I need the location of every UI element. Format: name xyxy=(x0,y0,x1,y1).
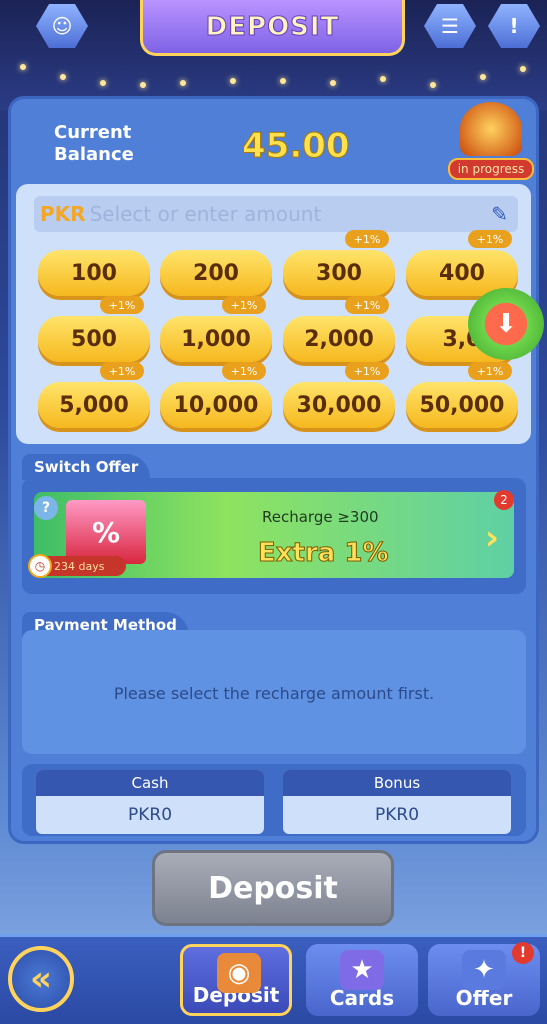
page-title: DEPOSIT xyxy=(205,11,340,42)
bonus-percent-badge: +1% xyxy=(345,296,389,314)
amount-option[interactable]: 200 xyxy=(160,250,272,296)
balance-label: Current Balance xyxy=(54,122,134,165)
nav-deposit[interactable]: ◉ Deposit xyxy=(180,944,292,1016)
bonus-percent-badge: +1% xyxy=(100,362,144,380)
cash-wallet: Cash PKR0 xyxy=(36,770,264,834)
coins-icon: ◉ xyxy=(217,953,261,993)
bonus-percent-badge: +1% xyxy=(345,362,389,380)
offer-count-badge: 2 xyxy=(494,490,514,510)
payment-message: Please select the recharge amount first. xyxy=(113,684,435,703)
amount-placeholder: Select or enter amount xyxy=(89,202,322,226)
in-progress-badge: in progress xyxy=(448,158,534,180)
bonus-wallet: Bonus PKR0 xyxy=(283,770,511,834)
amount-option[interactable]: 1,000 xyxy=(160,316,272,362)
deposit-button[interactable]: Deposit xyxy=(152,850,394,926)
amount-option[interactable]: 2,000 xyxy=(283,316,395,362)
header-banner: DEPOSIT xyxy=(140,0,405,56)
amount-option[interactable]: 500 xyxy=(38,316,150,362)
bonus-percent-badge: +1% xyxy=(222,362,266,380)
offer-icon: ✦ xyxy=(462,950,506,990)
offer-extra: Extra 1% xyxy=(258,538,390,569)
bonus-value: PKR0 xyxy=(374,805,420,825)
cash-value: PKR0 xyxy=(127,805,173,825)
amount-option[interactable]: 100 xyxy=(38,250,150,296)
nav-offer[interactable]: ✦ Offer ! xyxy=(428,942,540,1016)
nav-cards[interactable]: ★ Cards xyxy=(306,944,418,1016)
bonus-percent-badge: +1% xyxy=(100,296,144,314)
bonus-percent-badge: +1% xyxy=(345,230,389,248)
bonus-label: Bonus xyxy=(283,770,511,796)
cards-icon: ★ xyxy=(340,950,384,990)
amount-option[interactable]: 5,000 xyxy=(38,382,150,428)
help-icon[interactable]: ? xyxy=(34,496,58,520)
amount-option[interactable]: 10,000 xyxy=(160,382,272,428)
amount-input[interactable]: PKR Select or enter amount ✎ xyxy=(34,196,518,232)
currency-label: PKR xyxy=(40,202,86,226)
in-progress-widget[interactable]: in progress xyxy=(448,102,534,182)
string-lights xyxy=(0,60,547,100)
treasure-icon xyxy=(460,102,522,156)
offer-gift-image: % xyxy=(66,500,146,564)
amount-option[interactable]: 300 xyxy=(283,250,395,296)
gift-download-icon[interactable]: ⬇ xyxy=(468,288,544,360)
amount-option[interactable]: 30,000 xyxy=(283,382,395,428)
clock-icon: ◷ xyxy=(28,554,52,578)
bonus-percent-badge: +1% xyxy=(222,296,266,314)
switch-offer-label: Switch Offer xyxy=(22,454,151,480)
back-button[interactable]: « xyxy=(8,946,74,1012)
bonus-percent-badge: +1% xyxy=(468,230,512,248)
cash-label: Cash xyxy=(36,770,264,796)
edit-icon[interactable]: ✎ xyxy=(491,202,508,226)
chevron-right-icon[interactable]: › xyxy=(485,518,499,558)
offer-alert-badge: ! xyxy=(512,942,534,964)
amount-option[interactable]: 50,000 xyxy=(406,382,518,428)
bonus-percent-badge: +1% xyxy=(468,362,512,380)
offer-title: Recharge ≥300 xyxy=(262,508,379,526)
balance-value: 45.00 xyxy=(242,126,351,167)
